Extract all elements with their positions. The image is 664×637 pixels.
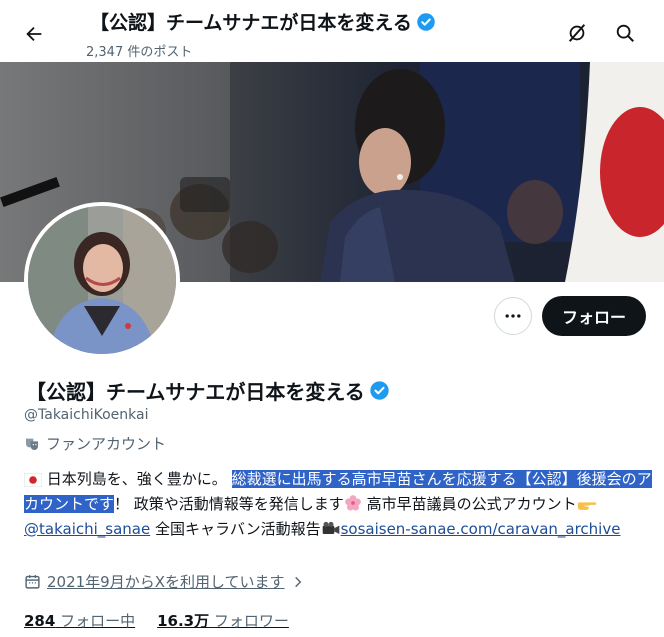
header-title-text: 【公認】チームサナエが日本を変える [90,12,412,34]
profile-name-text: 【公認】チームサナエが日本を変える [26,380,365,404]
search-icon [616,24,634,42]
more-icon [505,314,521,318]
more-button[interactable] [494,297,532,335]
joined-date[interactable]: 2021年9月からXを利用しています [24,571,305,592]
avatar[interactable] [24,202,180,358]
following-label: フォロー中 [60,612,136,630]
website-link[interactable]: sosaisen-sanae.com/caravan_archive [341,520,621,538]
followers-link[interactable]: 16.3万 フォロワー [157,610,289,631]
following-count: 284 [24,612,56,630]
bio-text-1: 日本列島を、強く豊かに。 [46,470,227,488]
calendar-icon [25,575,40,589]
following-link[interactable]: 284 フォロー中 [24,610,135,631]
search-button[interactable] [608,16,642,50]
back-arrow-icon [26,26,42,42]
verified-badge-icon[interactable] [369,380,390,401]
profile-category: ファンアカウント [24,433,166,454]
bio-text-4: 全国キャラバン活動報告 [150,520,321,538]
camera-icon [322,521,339,534]
bio-text-2: ！ 政策や活動情報等を発信します [114,495,344,513]
category-label: ファンアカウント [46,435,167,453]
theater-mask-icon [26,438,38,450]
post-count: 2,347 件のポスト [86,45,193,60]
grok-icon [568,24,586,42]
joined-text: 2021年9月からXを利用しています [47,573,285,591]
profile-name: 【公認】チームサナエが日本を変える [26,376,390,405]
verified-badge-icon [417,12,435,31]
grok-button[interactable] [560,16,594,50]
cherry-blossom-icon [344,495,361,511]
follow-button[interactable]: フォロー [542,296,646,336]
profile-handle: @TakaichiKoenkai [24,407,149,423]
followers-label: フォロワー [213,612,289,630]
back-button[interactable] [16,16,52,52]
followers-count: 16.3万 [157,612,210,630]
pointing-hand-icon [577,502,596,510]
follow-stats: 284 フォロー中 16.3万 フォロワー [24,610,289,631]
mention-link[interactable]: @takaichi_sanae [24,520,150,538]
profile-bio: 日本列島を、強く豊かに。 総裁選に出馬する高市早苗さんを応援する【公認】後援会の… [24,467,652,542]
japan-flag-icon [24,473,42,487]
bio-text-3: 高市早苗議員の公式アカウント [361,495,577,513]
top-bar: 【公認】チームサナエが日本を変える 2,347 件のポスト [0,0,664,62]
chevron-right-icon [294,576,301,587]
header-title: 【公認】チームサナエが日本を変える [90,8,436,35]
